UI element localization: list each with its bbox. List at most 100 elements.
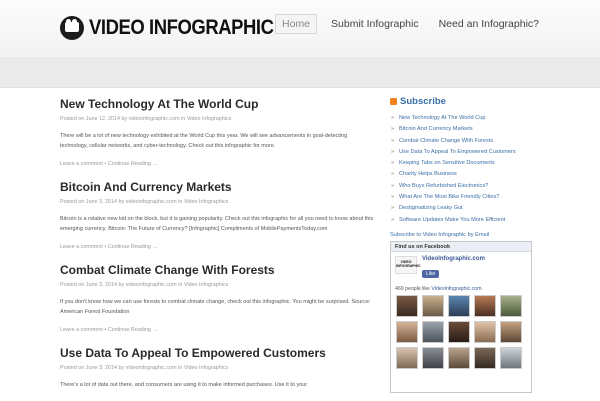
subscribe-title[interactable]: Subscribe [400, 96, 446, 107]
meta-prefix: Posted on [60, 199, 86, 205]
post-date[interactable]: June 3, 2014 [86, 199, 117, 205]
recent-posts-list: New Technology At The World Cup Bitcoin … [390, 113, 540, 226]
post-title[interactable]: New Technology At The World Cup [60, 96, 376, 112]
post-list: New Technology At The World Cup Posted o… [60, 96, 376, 401]
fan-avatar[interactable] [422, 320, 444, 343]
meta-prefix: Posted on [60, 282, 86, 288]
facebook-page: VIDEO INFOGRAPHIC VideoInfographic.com L… [391, 252, 531, 284]
meta-prefix: Posted on [60, 116, 86, 122]
post-date[interactable]: June 3, 2014 [86, 365, 117, 371]
post-title[interactable]: Combat Climate Change With Forests [60, 262, 376, 278]
meta-in: in [179, 116, 187, 122]
recent-post-link[interactable]: Software Updates Make You More Efficient [390, 215, 540, 227]
meta-prefix: Posted on [60, 365, 86, 371]
post-author[interactable]: videoinfographic.com [126, 199, 177, 205]
recent-post-link[interactable]: Keeping Tabs on Sensitive Documents [390, 158, 540, 170]
recent-post-link[interactable]: Combat Climate Change With Forests [390, 136, 540, 148]
facebook-page-name[interactable]: VideoInfographic.com [422, 256, 485, 262]
continue-reading-link[interactable]: Continue Reading → [108, 244, 158, 250]
leave-comment-link[interactable]: Leave a comment [60, 327, 103, 333]
fan-avatar[interactable] [500, 294, 522, 317]
logo-text: VIDEO INFOGRAPHIC [89, 16, 274, 39]
post-meta: Posted on June 3, 2014 by videoinfograph… [60, 199, 376, 205]
site-header: VIDEO INFOGRAPHIC Home Submit Infographi… [0, 0, 600, 58]
likes-text: people like [403, 285, 432, 292]
likes-count: 469 [395, 285, 404, 292]
post-category[interactable]: Video Infographics [187, 116, 232, 122]
post-links: Leave a comment • Continue Reading → [60, 327, 158, 333]
meta-in: in [176, 365, 184, 371]
meta-by: by [116, 199, 126, 205]
fan-avatar[interactable] [474, 294, 496, 317]
post-category[interactable]: Video Infographics [184, 282, 229, 288]
post: New Technology At The World Cup Posted o… [60, 96, 376, 167]
post-meta: Posted on June 3, 2014 by videoinfograph… [60, 282, 376, 288]
facebook-like-label: Like [426, 270, 436, 277]
post-date[interactable]: June 12, 2014 [86, 116, 120, 122]
fan-avatar[interactable] [422, 294, 444, 317]
film-camera-icon [60, 16, 84, 40]
post-title[interactable]: Bitcoin And Currency Markets [60, 179, 376, 195]
fan-avatar[interactable] [422, 346, 444, 369]
post: Combat Climate Change With Forests Poste… [60, 262, 376, 333]
leave-comment-link[interactable]: Leave a comment [60, 244, 103, 250]
recent-post-link[interactable]: Who Buys Refurbished Electronics? [390, 181, 540, 193]
post-author[interactable]: videoinfographic.com [129, 116, 180, 122]
fan-avatar[interactable] [396, 294, 418, 317]
sidebar: Subscribe New Technology At The World Cu… [390, 96, 540, 393]
recent-post-link[interactable]: Use Data To Appeal To Empowered Customer… [390, 147, 540, 159]
facebook-page-logo[interactable]: VIDEO INFOGRAPHIC [395, 255, 421, 274]
fan-avatar[interactable] [474, 346, 496, 369]
recent-post-link[interactable]: New Technology At The World Cup [390, 113, 540, 125]
post-excerpt: There's a lot of data out there, and con… [60, 382, 308, 388]
post-excerpt: If you don't know how we can use forests… [60, 299, 371, 315]
fan-avatar[interactable] [448, 320, 470, 343]
meta-by: by [119, 116, 129, 122]
post-date[interactable]: June 3, 2014 [86, 282, 117, 288]
fan-avatar[interactable] [474, 320, 496, 343]
likes-page-link[interactable]: VideoInfographic.com [431, 286, 481, 292]
fan-avatar[interactable] [448, 294, 470, 317]
meta-in: in [176, 199, 184, 205]
meta-by: by [116, 365, 126, 371]
recent-post-link[interactable]: Destigmatizing Leaky Gut [390, 203, 540, 215]
leave-comment-link[interactable]: Leave a comment [60, 161, 103, 167]
post-meta: Posted on June 12, 2014 by videoinfograp… [60, 116, 376, 122]
fan-avatar[interactable] [396, 346, 418, 369]
post-title[interactable]: Use Data To Appeal To Empowered Customer… [60, 345, 376, 361]
nav-need-infographic[interactable]: Need an Infographic? [433, 15, 545, 33]
fan-avatar[interactable] [500, 346, 522, 369]
facebook-like-button[interactable]: Like [422, 269, 440, 278]
likes-end: . [481, 285, 483, 292]
main-nav: Home Submit Infographic Need an Infograp… [267, 14, 545, 34]
nav-submit-infographic[interactable]: Submit Infographic [325, 15, 425, 33]
post-author[interactable]: videoinfographic.com [126, 282, 177, 288]
post-excerpt: Bitcoin is a relative new kid on the blo… [60, 216, 374, 232]
post-excerpt: There will be a lot of new technology ex… [60, 133, 348, 149]
post-category[interactable]: Video Infographics [184, 199, 229, 205]
continue-reading-link[interactable]: Continue Reading → [108, 327, 158, 333]
facebook-like-box: Find us on Facebook VIDEO INFOGRAPHIC Vi… [390, 240, 532, 393]
post-links: Leave a comment • Continue Reading → [60, 161, 158, 167]
post-meta: Posted on June 3, 2014 by videoinfograph… [60, 365, 376, 371]
meta-by: by [116, 282, 126, 288]
post-author[interactable]: videoinfographic.com [126, 365, 177, 371]
facebook-faces [391, 292, 531, 372]
post: Bitcoin And Currency Markets Posted on J… [60, 179, 376, 250]
post-category[interactable]: Video Infographics [184, 365, 229, 371]
nav-home[interactable]: Home [275, 14, 318, 34]
subscribe-email-link[interactable]: Subscribe to Video Infographic by Email [390, 232, 540, 238]
subscribe-header: Subscribe [390, 96, 540, 107]
recent-post-link[interactable]: Bitcoin And Currency Markets [390, 124, 540, 136]
rss-icon[interactable] [390, 98, 397, 105]
recent-post-link[interactable]: What Are The Most Bike Friendly Cities? [390, 192, 540, 204]
site-logo[interactable]: VIDEO INFOGRAPHIC [60, 16, 299, 40]
facebook-box-header: Find us on Facebook [391, 241, 531, 252]
fan-avatar[interactable] [396, 320, 418, 343]
continue-reading-link[interactable]: Continue Reading → [108, 161, 158, 167]
fan-avatar[interactable] [500, 320, 522, 343]
header-band [0, 58, 600, 88]
recent-post-link[interactable]: Charity Helps Business [390, 169, 540, 181]
fan-avatar[interactable] [448, 346, 470, 369]
facebook-page-info: VideoInfographic.com Like [422, 256, 485, 280]
